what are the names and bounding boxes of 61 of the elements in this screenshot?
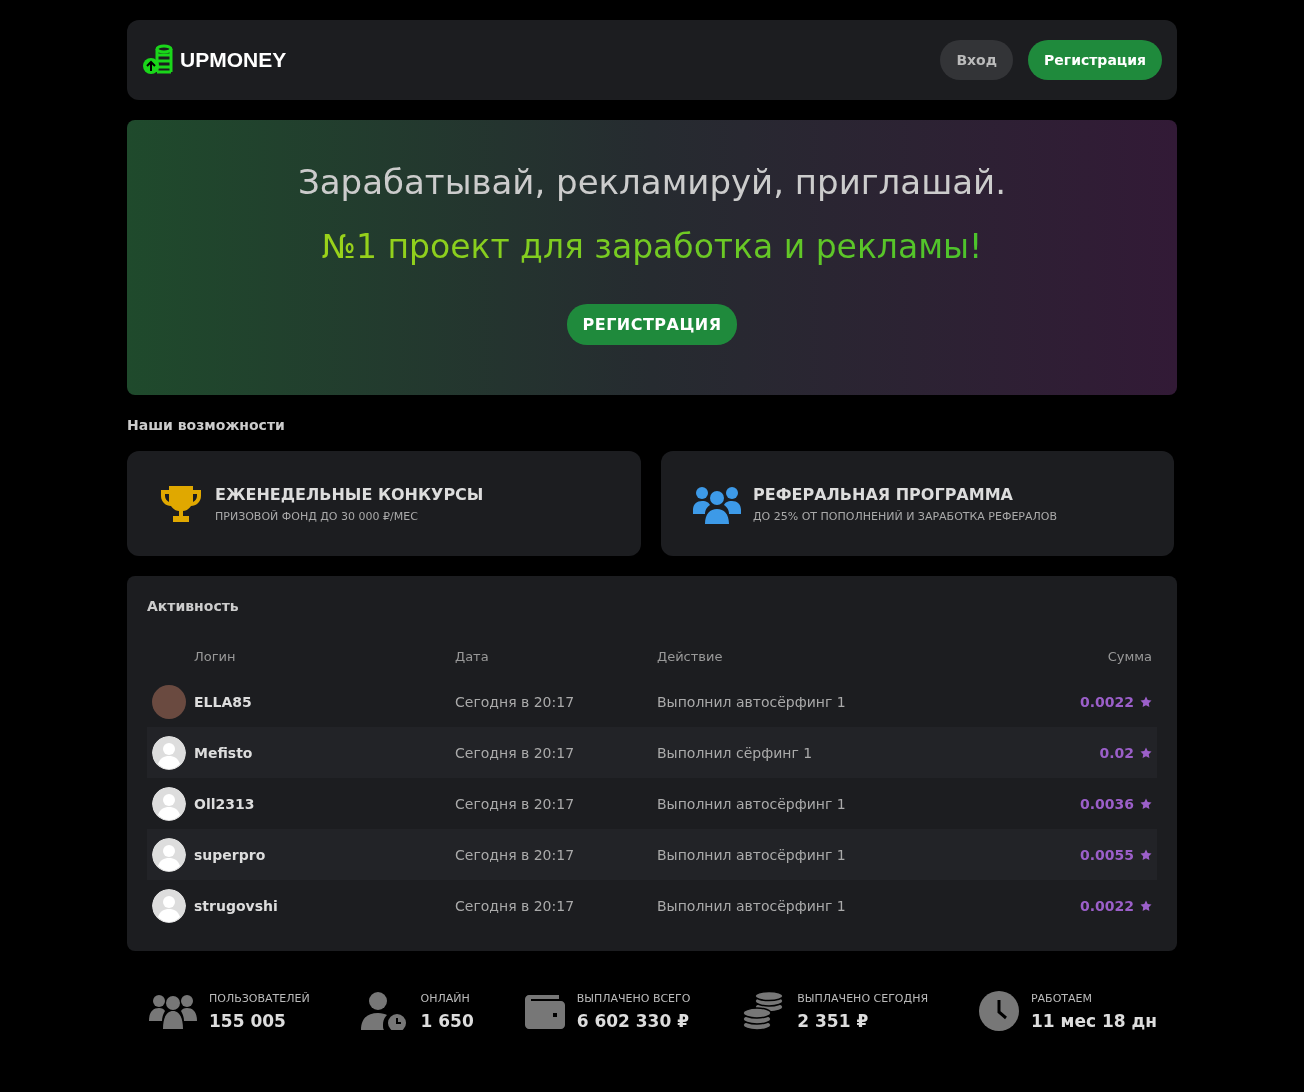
amount-cell: 0.0055 — [1079, 846, 1134, 863]
feature-title: ЕЖЕНЕДЕЛЬНЫЕ КОНКУРСЫ — [215, 484, 484, 504]
action-cell-text: Выполнил сёрфинг 1 — [657, 744, 814, 761]
action-cell-text: Выполнил автосёрфинг 1 — [657, 693, 847, 710]
stat-value: 155 005 — [209, 1010, 287, 1031]
amount-cell: 0.0036 — [1079, 795, 1134, 812]
feature-subtitle: ПРИЗОВОЙ ФОНД ДО 30 000 ₽/МЕС — [215, 509, 419, 523]
column-header: Дата — [455, 648, 490, 664]
avatar-photo-placeholder — [152, 684, 186, 719]
amount-cell: 0.02 — [1099, 744, 1134, 761]
date-cell-text: Сегодня в 20:17 — [455, 744, 576, 761]
amount-cell: 0.0022 — [1079, 897, 1134, 914]
stat-label: ПОЛЬЗОВАТЕЛЕЙ — [209, 991, 310, 1005]
date-cell-text: Сегодня в 20:17 — [455, 897, 576, 914]
section-title: Активность — [147, 598, 240, 614]
stat-value: 11 мес 18 дн — [1030, 1010, 1157, 1031]
date-cell-text: Сегодня в 20:17 — [455, 846, 576, 863]
avatar-icon — [152, 735, 186, 770]
logo-text: UPMONEY — [180, 48, 287, 72]
stat-value: 1 650 — [420, 1010, 474, 1031]
avatar-icon — [152, 837, 186, 872]
date-cell-text: Сегодня в 20:17 — [455, 795, 576, 812]
stat-label: ВЫПЛАЧЕНО ВСЕГО — [576, 991, 691, 1005]
star-icon — [1140, 695, 1152, 708]
avatar-icon — [152, 786, 186, 821]
login-cell-text: Mefisto — [194, 744, 254, 761]
login-cell-text: Oll2313 — [194, 795, 256, 812]
users-icon — [149, 993, 197, 1029]
action-cell-text: Выполнил автосёрфинг 1 — [657, 795, 847, 812]
feature-title: РЕФЕРАЛЬНАЯ ПРОГРАММА — [753, 484, 1014, 504]
clock-icon — [978, 991, 1019, 1031]
login-cell-text: strugovshi — [194, 897, 279, 914]
avatar-icon — [152, 888, 186, 923]
section-title: Наши возможности — [127, 417, 286, 433]
stat-value: 6 602 330 ₽ — [576, 1010, 691, 1031]
star-icon — [1140, 899, 1152, 912]
amount-cell: 0.0022 — [1079, 693, 1134, 710]
user-clock-icon — [360, 992, 409, 1030]
date-cell-text: Сегодня в 20:17 — [455, 693, 576, 710]
stat-label: РАБОТАЕМ — [1030, 991, 1093, 1005]
register-button[interactable]: Регистрация — [1028, 40, 1162, 80]
star-icon — [1140, 848, 1152, 861]
stat-value: 2 351 ₽ — [797, 1010, 870, 1031]
star-icon — [1140, 746, 1152, 759]
stat-label: ОНЛАЙН — [420, 991, 471, 1005]
action-cell-text: Выполнил автосёрфинг 1 — [657, 897, 847, 914]
register-button[interactable]: РЕГИСТРАЦИЯ — [567, 304, 737, 345]
coins-logo-icon — [142, 44, 174, 76]
hero-title: Зарабатывай, рекламируй, приглашай. — [297, 162, 1006, 202]
column-header: Сумма — [1107, 648, 1152, 664]
trophy-icon — [159, 483, 203, 524]
stat-label: ВЫПЛАЧЕНО СЕГОДНЯ — [797, 991, 929, 1005]
column-header: Логин — [194, 648, 237, 664]
action-cell-text: Выполнил автосёрфинг 1 — [657, 846, 847, 863]
login-button[interactable]: Вход — [940, 40, 1014, 80]
column-header: Действие — [657, 648, 724, 664]
star-icon — [1140, 797, 1152, 810]
login-cell-text: ELLA85 — [194, 693, 253, 710]
feature-subtitle: ДО 25% ОТ ПОПОЛНЕНИЙ И ЗАРАБОТКА РЕФЕРАЛОВ — [753, 509, 1057, 523]
wallet-icon — [524, 993, 565, 1029]
login-cell-text: superpro — [194, 846, 267, 863]
